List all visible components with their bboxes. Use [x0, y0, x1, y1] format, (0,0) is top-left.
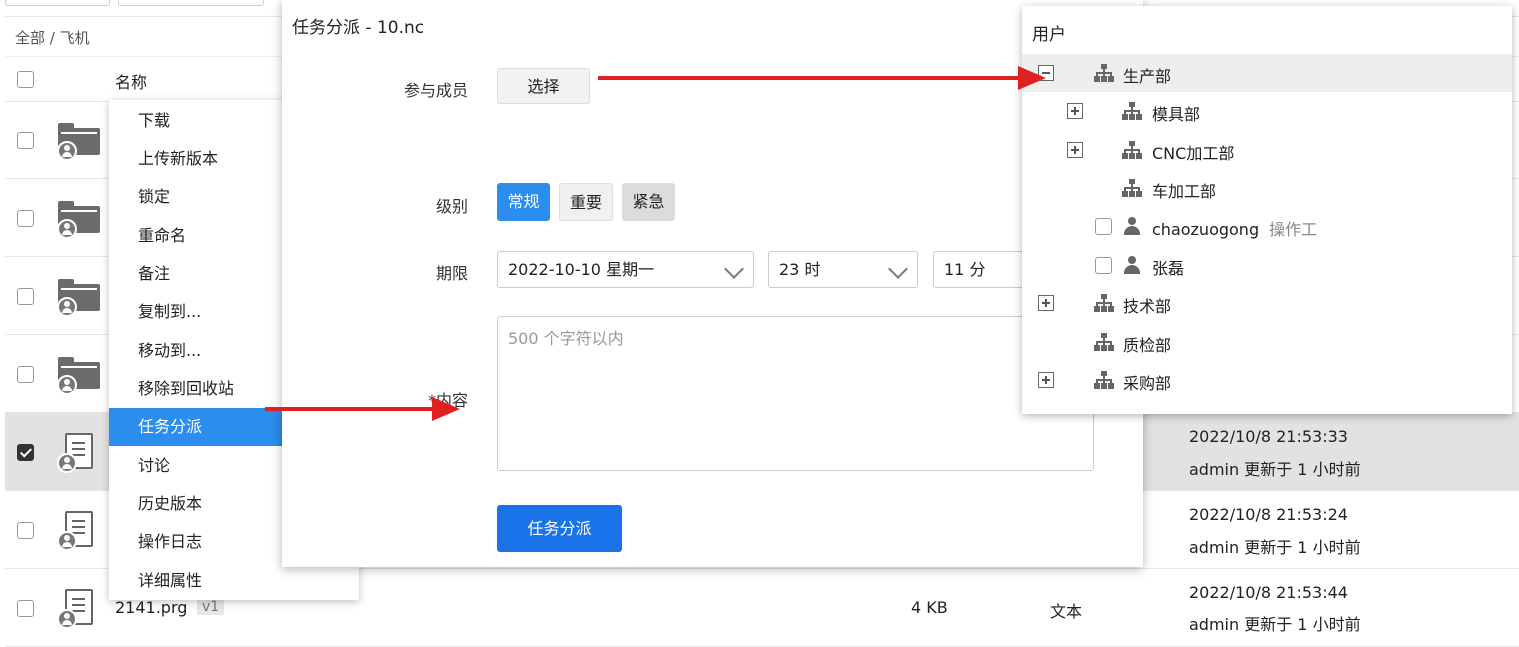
version-badge: v1 [197, 599, 225, 615]
tree-node-production[interactable]: 生产部 [1022, 54, 1512, 92]
row-time: 2022/10/8 21:53:33 [1189, 427, 1348, 446]
expand-icon[interactable] [1067, 103, 1083, 119]
row-updated: admin 更新于 1 小时前 [1189, 460, 1361, 479]
user-tree-panel: 用户 生产部 模具部 CNC加工部 车加工部 chaozuogong 操作工 张磊… [1022, 6, 1512, 414]
user-name: chaozuogong [1152, 220, 1260, 239]
user-icon [1123, 217, 1141, 235]
user-icon [1123, 256, 1141, 274]
tree-node-label: 采购部 [1123, 374, 1172, 393]
tree-node-label: 生产部 [1123, 67, 1172, 86]
row-time: 2022/10/8 21:53:24 [1189, 505, 1348, 524]
annotation-arrow-head [432, 397, 460, 421]
file-type: 文本 [1050, 602, 1083, 621]
level-normal-button[interactable]: 常规 [497, 183, 550, 221]
tree-node-lathe[interactable]: 车加工部 [1022, 169, 1512, 207]
user-checkbox[interactable] [1095, 218, 1112, 235]
select-members-button[interactable]: 选择 [497, 68, 590, 104]
row-checkbox[interactable] [17, 132, 34, 149]
content-textarea[interactable]: 500 个字符以内 [497, 316, 1094, 471]
tree-node-label: 质检部 [1123, 336, 1172, 355]
row-checkbox[interactable] [17, 522, 34, 539]
shared-user-icon [57, 609, 77, 629]
hour-value: 23 时 [779, 260, 821, 279]
level-urgent-button[interactable]: 紧急 [622, 183, 675, 221]
submit-assign-button[interactable]: 任务分派 [497, 505, 622, 552]
level-label: 级别 [435, 197, 468, 216]
org-icon [1094, 333, 1114, 351]
org-icon [1122, 102, 1142, 120]
file-name[interactable]: 2141.prg [115, 598, 187, 617]
user-name: 张磊 [1152, 259, 1185, 278]
file-size: 4 KB [911, 598, 948, 617]
tree-node-label: 技术部 [1123, 297, 1172, 316]
menu-item-properties[interactable]: 详细属性 [109, 562, 359, 600]
tree-node-tech[interactable]: 技术部 [1022, 284, 1512, 322]
row-checkbox[interactable] [17, 288, 34, 305]
shared-user-icon [57, 453, 77, 473]
shared-user-icon [57, 219, 77, 239]
tree-node-purchasing[interactable]: 采购部 [1022, 361, 1512, 399]
tree-node-label: CNC加工部 [1152, 144, 1235, 163]
dialog-title: 任务分派 - 10.nc [292, 18, 425, 38]
shared-user-icon [57, 297, 77, 317]
row-checkbox[interactable] [17, 600, 34, 617]
date-select[interactable]: 2022-10-10 星期一 [497, 251, 754, 288]
org-icon [1122, 141, 1142, 159]
toolbar-box-2[interactable] [118, 0, 264, 6]
expand-icon[interactable] [1038, 295, 1054, 311]
breadcrumb[interactable]: 全部 / 飞机 [15, 27, 90, 48]
hour-select[interactable]: 23 时 [768, 251, 918, 288]
org-icon [1094, 294, 1114, 312]
annotation-arrow-line [598, 76, 1018, 80]
org-icon [1094, 64, 1114, 82]
chevron-down-icon [724, 259, 744, 279]
shared-user-icon [57, 531, 77, 551]
task-assign-dialog: 任务分派 - 10.nc 参与成员 选择 级别 常规 重要 紧急 期限 2022… [282, 0, 1143, 567]
column-name-header[interactable]: 名称 [115, 69, 147, 93]
level-important-button[interactable]: 重要 [559, 183, 613, 221]
org-icon [1094, 371, 1114, 389]
tree-user-label: chaozuogong 操作工 [1152, 216, 1317, 240]
row-checkbox-checked[interactable] [17, 444, 34, 461]
minute-value: 11 分 [944, 260, 986, 279]
org-icon [1122, 179, 1142, 197]
user-role: 操作工 [1269, 220, 1318, 239]
user-tree-title: 用户 [1032, 25, 1066, 45]
select-all-checkbox[interactable] [17, 71, 34, 88]
date-value: 2022-10-10 星期一 [508, 260, 655, 279]
tree-node-label: 车加工部 [1152, 182, 1217, 201]
deadline-label: 期限 [435, 264, 468, 283]
row-checkbox[interactable] [17, 366, 34, 383]
user-checkbox[interactable] [1095, 257, 1112, 274]
annotation-arrow-head [1018, 66, 1046, 90]
tree-node-qc[interactable]: 质检部 [1022, 323, 1512, 361]
tree-user-zhanglei[interactable]: 张磊 [1022, 246, 1512, 284]
row-updated: admin 更新于 1 小时前 [1189, 538, 1361, 557]
tree-user-chaozuogong[interactable]: chaozuogong 操作工 [1022, 207, 1512, 245]
annotation-arrow-line [265, 407, 433, 411]
row-checkbox[interactable] [17, 210, 34, 227]
tree-node-cnc[interactable]: CNC加工部 [1022, 131, 1512, 169]
tree-node-label: 模具部 [1152, 105, 1201, 124]
expand-icon[interactable] [1038, 372, 1054, 388]
toolbar-box-1[interactable] [5, 0, 110, 6]
chevron-down-icon [888, 259, 908, 279]
expand-icon[interactable] [1067, 142, 1083, 158]
row-time: 2022/10/8 21:53:44 [1189, 583, 1348, 602]
row-updated: admin 更新于 1 小时前 [1189, 615, 1361, 634]
tree-node-mold[interactable]: 模具部 [1022, 92, 1512, 130]
shared-user-icon [57, 375, 77, 395]
members-label: 参与成员 [403, 81, 468, 100]
shared-user-icon [57, 141, 77, 161]
